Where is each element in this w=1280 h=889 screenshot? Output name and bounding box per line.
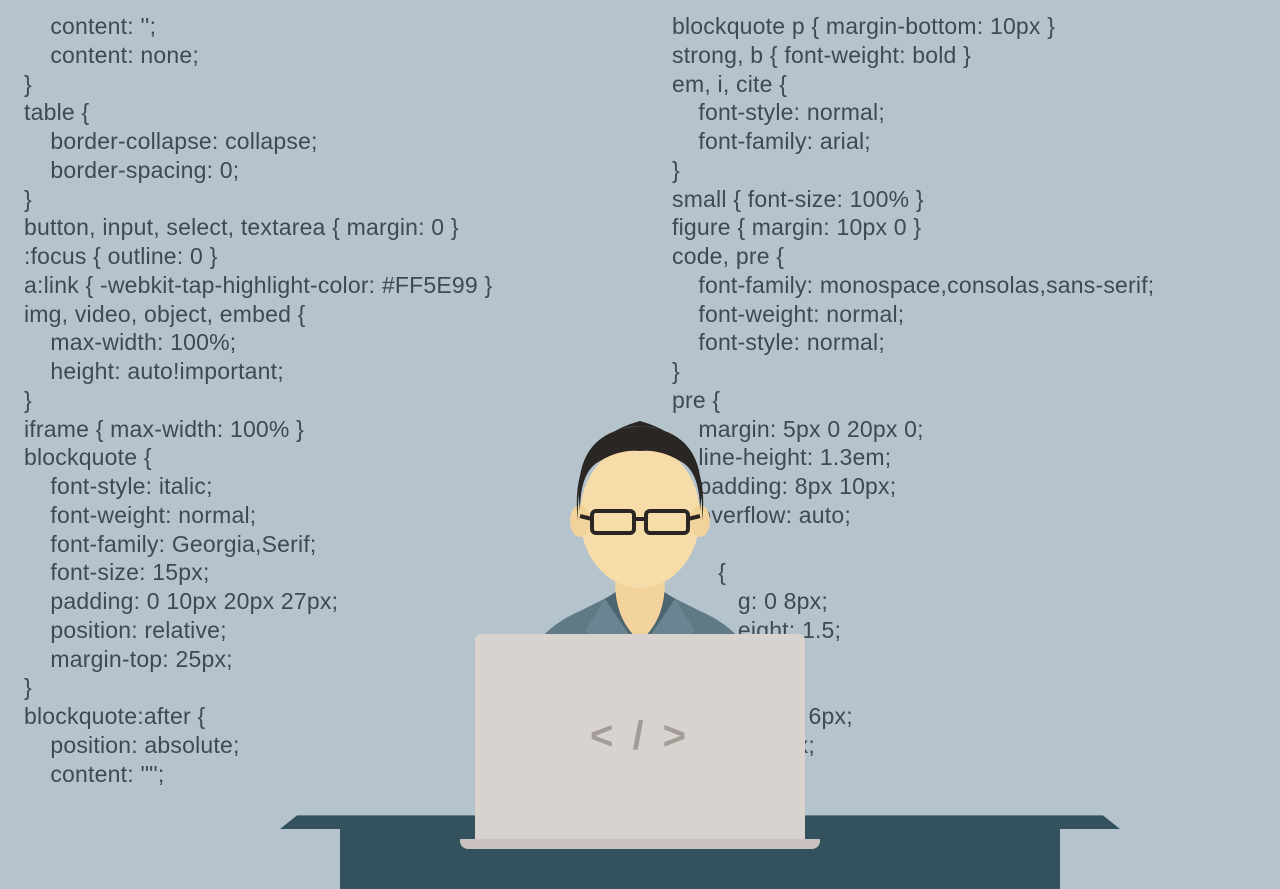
- code-icon: < / >: [590, 714, 690, 759]
- laptop: < / >: [460, 634, 820, 849]
- laptop-base: [460, 839, 820, 849]
- laptop-screen-back: < / >: [475, 634, 805, 839]
